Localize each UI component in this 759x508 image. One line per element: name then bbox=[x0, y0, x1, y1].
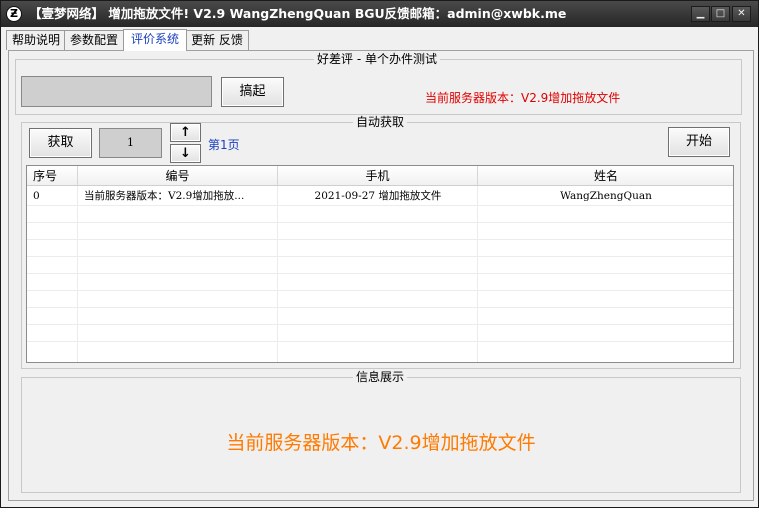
run-single-button[interactable]: 搞起 bbox=[221, 77, 284, 107]
single-test-legend: 好差评 - 单个办件测试 bbox=[314, 52, 440, 67]
window-title: 【壹梦网络】 增加拖放文件! V2.9 WangZhengQuan BGU反馈邮… bbox=[29, 6, 567, 21]
row-divider bbox=[27, 273, 733, 274]
cell-name: WangZhengQuan bbox=[560, 190, 652, 202]
auto-fetch-legend: 自动获取 bbox=[353, 115, 408, 130]
cell-phone: 2021-09-27 增加拖放文件 bbox=[314, 190, 442, 202]
row-divider bbox=[27, 256, 733, 257]
cell-index: 0 bbox=[33, 190, 40, 202]
results-table[interactable]: 序号 编号 手机 姓名 0 当前服务器版本：V2.9增加拖放... 2021-0… bbox=[26, 165, 734, 363]
column-divider bbox=[477, 186, 478, 362]
column-header-phone[interactable]: 手机 bbox=[278, 166, 478, 186]
fetch-button[interactable]: 获取 bbox=[29, 128, 92, 158]
maximize-button[interactable]: □ bbox=[711, 6, 730, 22]
start-button[interactable]: 开始 bbox=[668, 127, 730, 157]
app-logo-icon[interactable]: Ƶ bbox=[6, 6, 22, 22]
info-legend: 信息展示 bbox=[353, 370, 408, 385]
column-divider bbox=[277, 186, 278, 362]
page-label: 第1页 bbox=[208, 138, 240, 152]
tab-update-feedback[interactable]: 更新 反馈 bbox=[185, 30, 249, 50]
page-down-button[interactable]: ↓ bbox=[170, 144, 201, 163]
info-group: 信息展示 当前服务器版本：V2.9增加拖放文件 bbox=[21, 370, 741, 493]
single-id-input[interactable] bbox=[21, 76, 212, 107]
row-divider bbox=[27, 239, 733, 240]
info-message: 当前服务器版本：V2.9增加拖放文件 bbox=[226, 432, 536, 454]
column-header-name[interactable]: 姓名 bbox=[478, 166, 733, 186]
cell-number: 当前服务器版本：V2.9增加拖放... bbox=[84, 190, 245, 202]
column-divider bbox=[77, 186, 78, 362]
main-window: Ƶ 【壹梦网络】 增加拖放文件! V2.9 WangZhengQuan BGU反… bbox=[0, 0, 759, 508]
row-divider bbox=[27, 324, 733, 325]
row-divider bbox=[27, 307, 733, 308]
minimize-button[interactable]: ▁ bbox=[691, 6, 710, 22]
close-button[interactable]: ✕ bbox=[732, 6, 751, 22]
tab-settings[interactable]: 参数配置 bbox=[64, 30, 124, 50]
page-number-field[interactable]: 1 bbox=[99, 128, 162, 158]
tab-evaluation[interactable]: 评价系统 bbox=[123, 29, 187, 51]
row-divider bbox=[27, 290, 733, 291]
tab-help[interactable]: 帮助说明 bbox=[6, 30, 66, 50]
column-header-number[interactable]: 编号 bbox=[78, 166, 278, 186]
row-divider bbox=[27, 341, 733, 342]
column-header-index[interactable]: 序号 bbox=[27, 166, 78, 186]
row-divider bbox=[27, 222, 733, 223]
page-up-button[interactable]: ↑ bbox=[170, 123, 201, 142]
title-bar[interactable]: Ƶ 【壹梦网络】 增加拖放文件! V2.9 WangZhengQuan BGU反… bbox=[1, 1, 758, 27]
server-version-text: 当前服务器版本：V2.9增加拖放文件 bbox=[425, 91, 621, 105]
